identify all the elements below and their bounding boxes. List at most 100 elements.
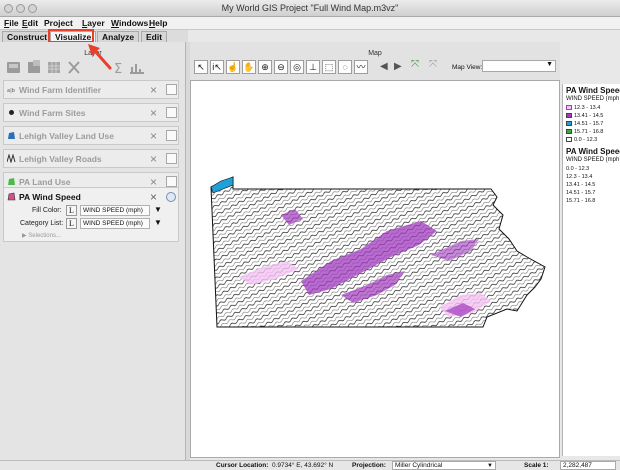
- tab-edit[interactable]: Edit: [141, 31, 168, 42]
- legend-item: 14.51 - 15.7: [566, 121, 603, 127]
- chevron-down-icon[interactable]: ▼: [154, 218, 162, 227]
- layer-visibility-checkbox[interactable]: [166, 84, 177, 95]
- fill-color-style-button[interactable]: L: [66, 205, 77, 216]
- copy-layer-icon[interactable]: [28, 60, 40, 73]
- legend-category-item: 15.71 - 16.8: [566, 198, 596, 204]
- projection-label: Projection:: [352, 462, 386, 469]
- layer-row-wind-farm-identifier[interactable]: a|b Wind Farm Identifier ×: [3, 80, 179, 99]
- layer-visible-toggle[interactable]: [166, 192, 176, 202]
- cursor-location-label: Cursor Location:: [216, 462, 269, 469]
- pan-hand-icon[interactable]: ✋: [242, 60, 256, 74]
- menu-help[interactable]: Help: [149, 18, 167, 28]
- chevron-down-icon: ▼: [487, 463, 493, 469]
- legend-category-title: PA Wind Speed: [566, 147, 620, 156]
- layer-pane: Layer Σ a|b Wind Farm Identifier × Wind …: [0, 42, 186, 460]
- polygon-layer-icon: [7, 192, 16, 201]
- zoom-in-icon[interactable]: ⊕: [258, 60, 272, 74]
- delete-layer-icon[interactable]: [68, 61, 80, 74]
- scale-input[interactable]: 2,282,487: [560, 461, 616, 470]
- map-view-label: Map View:: [452, 64, 483, 71]
- menu-windows[interactable]: Windows: [111, 18, 148, 28]
- layer-visibility-checkbox[interactable]: [166, 153, 177, 164]
- map-pane: Map ↖ i↖ ☝ ✋ ⊕ ⊖ ◎ ⊥ ⬚ ◌ 〰 ◀ ▶ ⤧ ⤧ Map V…: [190, 42, 560, 458]
- menu-edit-label: dit: [27, 18, 39, 28]
- selections-disclosure[interactable]: ▶ Selections...: [22, 232, 61, 239]
- legend-subtitle: WIND SPEED (mph: [566, 96, 620, 102]
- cursor-location-value: 0.9734° E, 43.692° N: [272, 462, 334, 469]
- legend-category-item: 13.41 - 14.5: [566, 182, 596, 188]
- menu-layer[interactable]: Layer: [82, 18, 105, 28]
- svg-text:a|b: a|b: [7, 88, 15, 94]
- pennsylvania-wind-map: [210, 176, 546, 328]
- forward-arrow-icon[interactable]: ▶: [394, 61, 402, 72]
- legend-item-label: 0.0 - 12.3: [574, 137, 598, 143]
- layer-row-pa-wind-speed[interactable]: PA Wind Speed × Fill Color: L WIND SPEED…: [3, 187, 179, 242]
- layer-visibility-checkbox[interactable]: [166, 107, 177, 118]
- layer-label: Lehigh Valley Land Use: [19, 131, 114, 141]
- layer-visibility-checkbox[interactable]: [166, 176, 177, 187]
- legend-swatch: [566, 113, 572, 118]
- menu-file[interactable]: File: [4, 18, 19, 28]
- remove-layer-icon[interactable]: ×: [150, 106, 157, 120]
- fill-color-dropdown[interactable]: WIND SPEED (mph): [80, 205, 150, 216]
- remove-layer-icon[interactable]: ×: [150, 190, 157, 204]
- chevron-down-icon[interactable]: ▼: [154, 205, 162, 214]
- menu-layer-label: ayer: [87, 18, 105, 28]
- category-list-dropdown[interactable]: WIND SPEED (mph): [80, 218, 150, 229]
- full-extent-icon[interactable]: ⤧: [408, 59, 422, 73]
- map-canvas[interactable]: [190, 80, 560, 458]
- polygon-layer-icon: [8, 178, 15, 185]
- remove-layer-icon[interactable]: ×: [150, 83, 157, 97]
- legend-item: 0.0 - 12.3: [566, 137, 597, 143]
- legend-category-subtitle: WIND SPEED (mph: [566, 157, 620, 163]
- layer-row-lehigh-valley-roads[interactable]: Lehigh Valley Roads ×: [3, 149, 179, 168]
- globe-icon[interactable]: ◎: [290, 60, 304, 74]
- select-box-icon[interactable]: ⬚: [322, 60, 336, 74]
- layer-label: Wind Farm Sites: [19, 108, 86, 118]
- menu-windows-mnemonic: W: [111, 18, 119, 28]
- draw-icon[interactable]: 〰: [354, 60, 368, 74]
- layer-row-lehigh-valley-land-use[interactable]: Lehigh Valley Land Use ×: [3, 126, 179, 145]
- identify-icon[interactable]: ☝: [226, 60, 240, 74]
- label-icon[interactable]: ◌: [338, 60, 352, 74]
- legend-swatch: [566, 121, 572, 126]
- layer-row-wind-farm-sites[interactable]: Wind Farm Sites ×: [3, 103, 179, 122]
- remove-layer-icon[interactable]: ×: [150, 129, 157, 143]
- map-view-dropdown[interactable]: ▼: [482, 60, 556, 72]
- selected-layer-label: PA Wind Speed: [19, 192, 81, 202]
- fill-color-label: Fill Color:: [32, 207, 62, 214]
- point-layer-icon: [9, 110, 14, 115]
- layer-visibility-checkbox[interactable]: [166, 130, 177, 141]
- legend-swatch: [566, 129, 572, 134]
- map-layer-icon[interactable]: [7, 62, 20, 73]
- measure-icon[interactable]: ⊥: [306, 60, 320, 74]
- chevron-down-icon: ▼: [546, 61, 553, 68]
- menu-edit[interactable]: Edit: [22, 18, 38, 28]
- line-layer-icon: [7, 154, 16, 163]
- layer-label: Wind Farm Identifier: [19, 85, 102, 95]
- category-list-style-button[interactable]: L: [66, 218, 77, 229]
- tab-construct[interactable]: Construct: [2, 31, 53, 42]
- remove-layer-icon[interactable]: ×: [150, 152, 157, 166]
- legend-category-item: 0.0 - 12.3: [566, 166, 590, 172]
- legend-item-label: 15.71 - 16.8: [574, 129, 604, 135]
- menu-project[interactable]: Project: [44, 18, 73, 28]
- info-select-icon[interactable]: i↖: [210, 60, 224, 74]
- zoom-out-icon[interactable]: ⊖: [274, 60, 288, 74]
- menu-windows-label: indows: [118, 18, 149, 28]
- layer-label: PA Land Use: [19, 177, 71, 187]
- projection-dropdown[interactable]: Miller Cylindrical ▼: [392, 461, 496, 470]
- back-arrow-icon[interactable]: ◀: [380, 61, 388, 72]
- legend-item: 13.41 - 14.5: [566, 113, 603, 119]
- grid-layer-icon[interactable]: [48, 62, 60, 73]
- menu-file-label: ile: [9, 18, 19, 28]
- select-tool-icon[interactable]: ↖: [194, 60, 208, 74]
- zoom-extent-icon[interactable]: ⤧: [426, 59, 440, 73]
- legend-item-label: 12.3 - 13.4: [574, 105, 601, 111]
- polygon-layer-icon: [8, 132, 15, 139]
- legend-swatch: [566, 105, 572, 110]
- legend-swatch: [566, 137, 572, 142]
- identifier-icon: a|b: [7, 88, 15, 94]
- legend-item-label: 14.51 - 15.7: [574, 121, 604, 127]
- menu-help-label: elp: [155, 18, 168, 28]
